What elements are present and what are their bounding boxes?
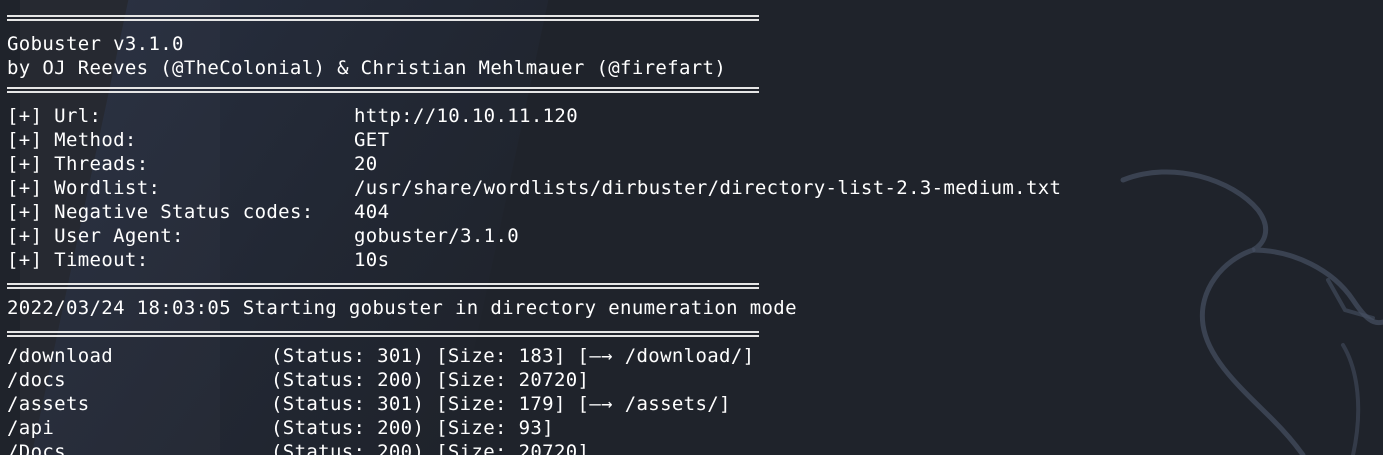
config-row-method: [+] Method: GET [7,129,390,151]
separator [7,320,1377,344]
banner-authors: by OJ Reeves (@TheColonial) & Christian … [7,57,727,79]
separator [7,80,1377,104]
config-row-threads: [+] Threads: 20 [7,153,378,175]
result-row: /assets (Status: 301) [Size: 179] [—→ /as… [7,393,731,415]
result-row: /api (Status: 200) [Size: 93] [7,417,554,439]
result-row: /Docs (Status: 200) [Size: 20720] [7,441,590,455]
config-row-wordlist: [+] Wordlist:/usr/share/wordlists/dirbus… [7,177,1062,199]
config-row-url: [+] Url: http://10.10.11.120 [7,105,578,127]
terminal-output: Gobuster v3.1.0 by OJ Reeves (@TheColoni… [7,8,1377,455]
result-row: /download (Status: 301) [Size: 183] [—→ /… [7,345,755,367]
separator [7,8,1377,32]
separator [7,272,1377,296]
config-row-negative-status: [+] Negative Status codes: 404 [7,201,390,223]
config-row-timeout: [+] Timeout: 10s [7,249,390,271]
result-row: /docs (Status: 200) [Size: 20720] [7,369,590,391]
config-row-user-agent: [+] User Agent: gobuster/3.1.0 [7,225,520,247]
banner-title: Gobuster v3.1.0 [7,33,184,55]
start-message: 2022/03/24 18:03:05 Starting gobuster in… [7,297,797,319]
